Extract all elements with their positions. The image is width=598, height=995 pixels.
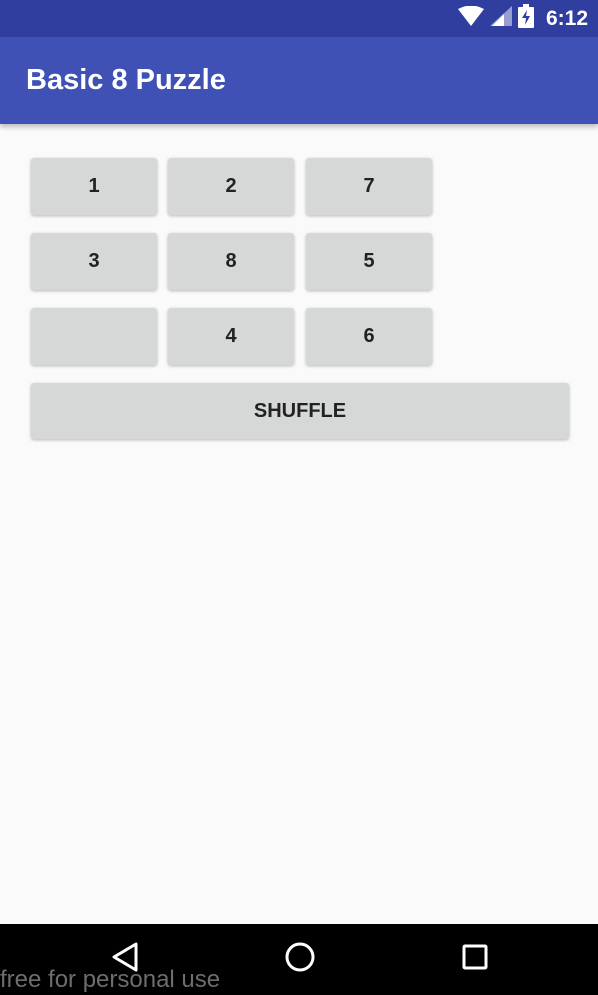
home-icon: [284, 941, 316, 978]
tile-4[interactable]: 3: [31, 233, 157, 290]
status-icons: 6:12: [457, 0, 588, 37]
tile-6[interactable]: 5: [306, 233, 432, 290]
tile-3[interactable]: 7: [306, 158, 432, 215]
tile-9[interactable]: 6: [306, 308, 432, 365]
tile-2[interactable]: 2: [168, 158, 294, 215]
tile-5[interactable]: 8: [168, 233, 294, 290]
shuffle-button[interactable]: SHUFFLE: [31, 383, 569, 439]
battery-charging-icon: [517, 4, 534, 33]
tile-8[interactable]: 4: [168, 308, 294, 365]
status-bar: 6:12: [0, 0, 598, 37]
home-button[interactable]: [260, 924, 340, 995]
recents-button[interactable]: [435, 924, 515, 995]
wifi-icon: [457, 5, 484, 31]
app-title: Basic 8 Puzzle: [26, 64, 226, 96]
puzzle-content: 1 2 7 3 8 5 4 6 SHUFFLE: [0, 124, 598, 924]
app-bar: Basic 8 Puzzle: [0, 37, 598, 124]
recents-icon: [461, 943, 489, 976]
watermark-text: free for personal use: [0, 966, 221, 993]
signal-icon: [489, 6, 512, 31]
tile-empty[interactable]: [31, 308, 157, 365]
tile-1[interactable]: 1: [31, 158, 157, 215]
status-time: 6:12: [545, 6, 588, 30]
